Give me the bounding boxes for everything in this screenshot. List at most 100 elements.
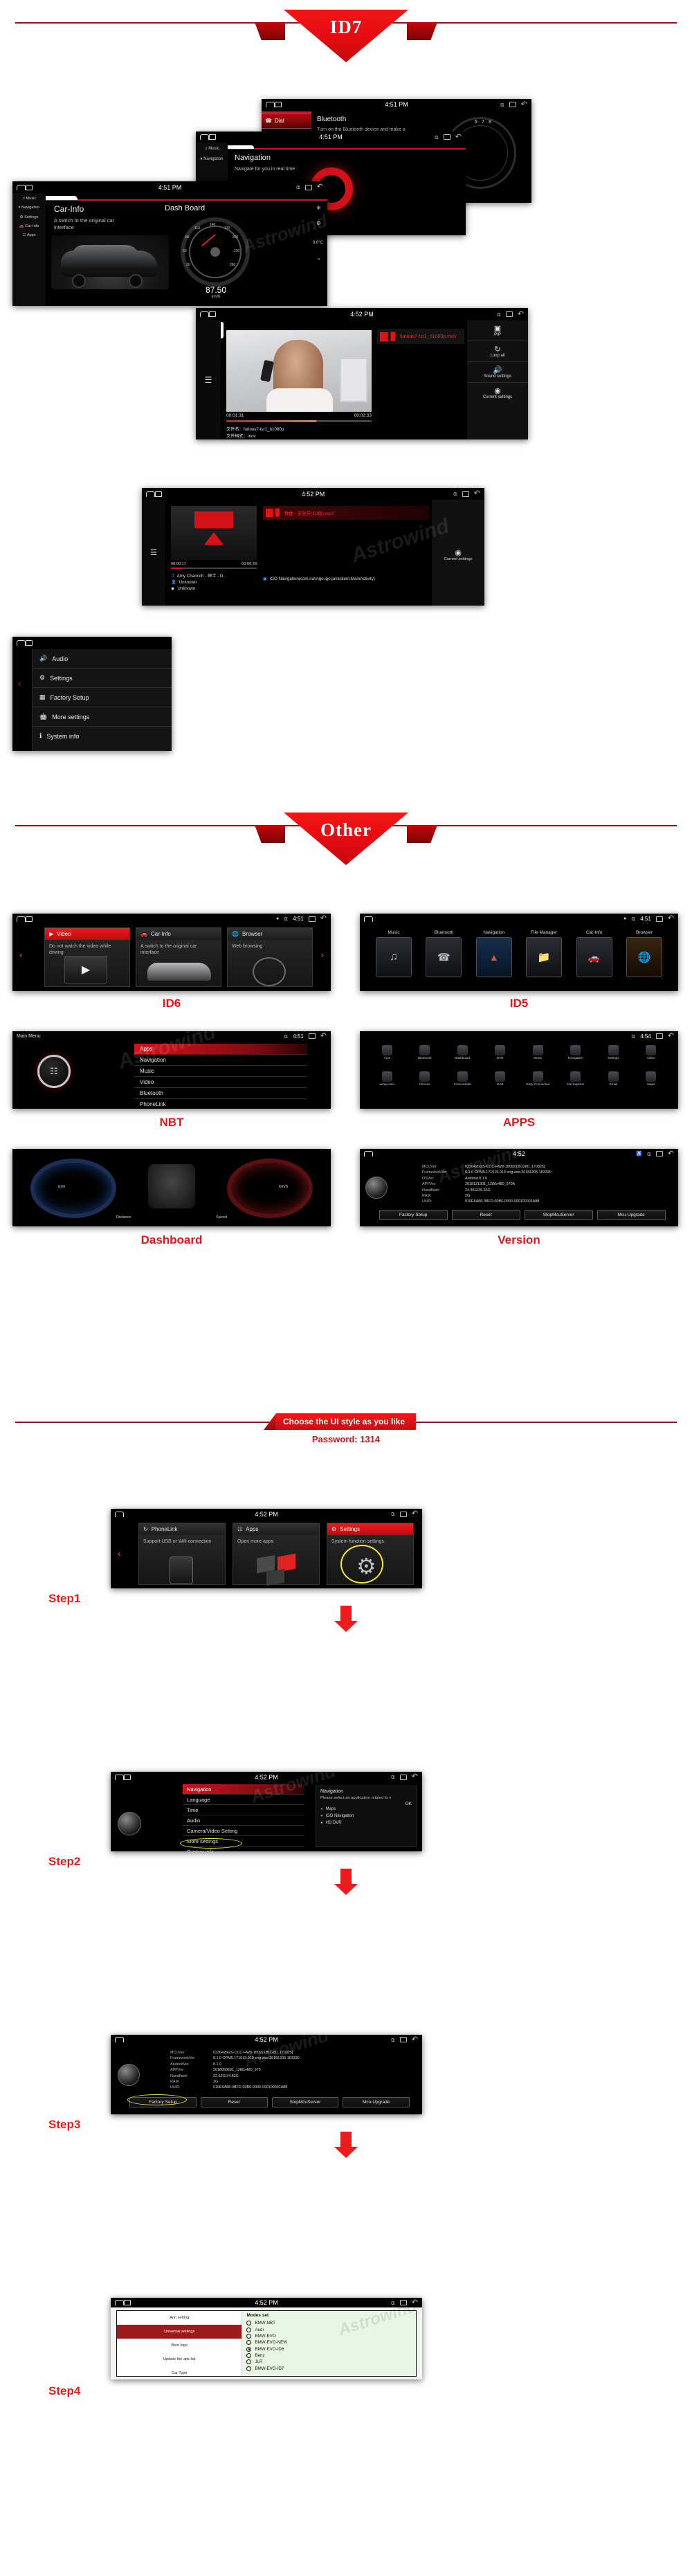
sidebar-item-music[interactable]: ♫ Music bbox=[12, 197, 46, 201]
mode-bmw-evo-id6[interactable]: BMW-EVO-ID6 bbox=[246, 2346, 412, 2352]
left-item-update-apk-list[interactable]: Update the apk list bbox=[117, 2352, 242, 2366]
app-gmail[interactable]: Gmail bbox=[596, 1071, 631, 1086]
menu-item-loop[interactable]: ↻ Loop all bbox=[467, 341, 528, 362]
back-icon[interactable]: ↶ bbox=[412, 2035, 418, 2044]
ac-icon[interactable]: ❄ bbox=[316, 205, 321, 211]
id5-item-bluetooth[interactable]: Bluetooth ☎ bbox=[419, 930, 468, 977]
menu-item-current[interactable]: ◉ Current settings bbox=[467, 383, 528, 403]
sidebar-item-navigation[interactable]: ⏵ Navigation bbox=[196, 157, 228, 162]
back-icon[interactable]: ↶ bbox=[474, 490, 480, 498]
recents-icon[interactable] bbox=[399, 2037, 407, 2042]
app-bluetooth[interactable]: Bluetooth bbox=[408, 1045, 443, 1060]
back-icon[interactable]: ↶ bbox=[668, 1150, 674, 1158]
menu-item-more-settings[interactable]: 🤖 More settings bbox=[33, 707, 172, 727]
mode-bmw-evo-id7[interactable]: BMW-EVO-ID7 bbox=[246, 2366, 412, 2372]
app-dashboard[interactable]: Dashboard bbox=[445, 1045, 480, 1060]
rotary-knob[interactable] bbox=[118, 2064, 140, 2086]
recents-icon[interactable] bbox=[655, 1151, 663, 1157]
mode-benz[interactable]: Benz bbox=[246, 2352, 412, 2359]
tile-browser[interactable]: 🌐 Browser Web browsing bbox=[227, 927, 313, 987]
prev-arrow-icon[interactable]: ‹ bbox=[19, 950, 22, 960]
recents-icon[interactable] bbox=[304, 184, 312, 190]
playlist-toggle[interactable]: ☰ bbox=[142, 500, 165, 606]
mode-jlr[interactable]: JLR bbox=[246, 2359, 412, 2365]
app-dab[interactable]: DAB bbox=[483, 1071, 518, 1086]
recents-icon[interactable] bbox=[505, 311, 513, 317]
id5-item-navigation[interactable]: Navigation ▲ bbox=[470, 930, 518, 977]
step2-menu-item-audio[interactable]: Audio bbox=[183, 1815, 304, 1826]
back-icon[interactable]: ↶ bbox=[521, 100, 527, 109]
music-progress-track[interactable] bbox=[171, 568, 257, 569]
app-amap[interactable]: amap.auto bbox=[370, 1071, 405, 1086]
gallery-icon[interactable] bbox=[26, 640, 33, 646]
nbt-menu-item-apps[interactable]: Apps bbox=[134, 1044, 307, 1055]
home-icon[interactable] bbox=[17, 640, 26, 646]
tile-apps[interactable]: ☷ Apps Open more apps bbox=[233, 1523, 320, 1586]
back-chevron-icon[interactable]: ‹ bbox=[18, 678, 21, 689]
recents-icon[interactable] bbox=[509, 102, 516, 107]
playlist-toggle[interactable]: ☰ bbox=[196, 320, 221, 439]
recents-icon[interactable] bbox=[399, 1774, 407, 1780]
nbt-menu-item-bluetooth[interactable]: Bluetooth bbox=[134, 1088, 307, 1099]
sidebar-item-settings[interactable]: ⚙ Settings bbox=[12, 215, 46, 219]
app-dvr[interactable]: DVR bbox=[483, 1045, 518, 1060]
recents-icon[interactable] bbox=[462, 491, 469, 497]
step2-menu-item-language[interactable]: Language bbox=[183, 1795, 304, 1805]
app-music[interactable]: Music bbox=[520, 1045, 556, 1060]
playlist-item-row[interactable]: █▌▊ furious7-tsr1_h1080p.mov bbox=[377, 329, 464, 344]
recents-icon[interactable] bbox=[308, 916, 316, 922]
recents-icon[interactable] bbox=[655, 916, 663, 922]
tile-phonelink[interactable]: ↻ PhoneLink Support USB or Wifi connecti… bbox=[138, 1523, 226, 1585]
back-icon[interactable]: ↶ bbox=[317, 183, 323, 191]
mode-audi[interactable]: Audi bbox=[246, 2326, 412, 2332]
recents-icon[interactable] bbox=[308, 1033, 316, 1039]
back-icon[interactable]: ↶ bbox=[518, 310, 524, 318]
reset-button[interactable]: Reset bbox=[451, 1210, 520, 1220]
video-progress-track[interactable] bbox=[226, 420, 372, 422]
recents-icon[interactable] bbox=[443, 134, 450, 140]
back-icon[interactable]: ↶ bbox=[668, 915, 674, 923]
back-icon[interactable]: ↶ bbox=[412, 1510, 418, 1518]
reset-button[interactable]: Reset bbox=[200, 2097, 268, 2107]
music-playlist-row[interactable]: █▌▊ 舞曲 - 多放开(DJ版).mp3 bbox=[263, 506, 429, 520]
nbt-menu-item-video[interactable]: Video bbox=[134, 1077, 307, 1088]
stop-mcu-server-button[interactable]: StopMcuServer bbox=[524, 1210, 593, 1220]
sidebar-item-music[interactable]: ♫ Music bbox=[196, 147, 228, 151]
left-item-universal-settings[interactable]: Universal settings bbox=[117, 2325, 242, 2339]
id5-item-music[interactable]: Music ♫ bbox=[370, 930, 418, 977]
menu-item-factory-setup[interactable]: ▦ Factory Setup bbox=[33, 688, 172, 707]
app-concentrate[interactable]: Concentrate bbox=[445, 1071, 480, 1086]
mcu-upgrade-button[interactable]: Mcu-Upgrade bbox=[597, 1210, 666, 1220]
nbt-menu-item-music[interactable]: Music bbox=[134, 1066, 307, 1077]
prev-arrow-icon[interactable]: ‹ bbox=[118, 1548, 121, 1559]
app-maps[interactable]: Maps bbox=[634, 1071, 669, 1086]
sidebar-item-navigation[interactable]: ⏵ Navigation bbox=[12, 206, 46, 210]
nbt-menu-item-phonelink[interactable]: PhoneLink bbox=[134, 1099, 307, 1109]
step2-app-hddvr[interactable]: ● HD DVR bbox=[320, 1821, 412, 1825]
mode-bmw-nbt[interactable]: BMW-NBT bbox=[246, 2320, 412, 2326]
menu-item-sound[interactable]: 🔊 Sound settings bbox=[467, 362, 528, 383]
app-chrome[interactable]: Chrome bbox=[408, 1071, 443, 1086]
sidebar-item-apps[interactable]: ☷ Apps bbox=[12, 233, 46, 237]
step2-menu-item-time[interactable]: Time bbox=[183, 1805, 304, 1815]
left-item-ann-setting[interactable]: Ann setting bbox=[117, 2311, 242, 2325]
back-icon[interactable]: ↶ bbox=[455, 133, 462, 141]
recents-icon[interactable] bbox=[655, 1033, 663, 1039]
rotary-knob[interactable] bbox=[365, 1177, 388, 1199]
bt-menu-dial[interactable]: ☎ Dial bbox=[262, 113, 311, 129]
menu-item-settings[interactable]: ⚙ Settings bbox=[33, 669, 172, 688]
left-item-car-type[interactable]: Car Type bbox=[117, 2366, 242, 2379]
back-icon[interactable]: ↶ bbox=[320, 915, 327, 923]
gallery-icon[interactable] bbox=[26, 916, 33, 922]
recents-icon[interactable] bbox=[399, 1511, 407, 1517]
home-icon[interactable] bbox=[364, 916, 373, 922]
mode-bmw-evo-new[interactable]: BMW-EVO-NEW bbox=[246, 2339, 412, 2346]
back-icon[interactable]: ↶ bbox=[412, 1773, 418, 1781]
app-fileexplorer[interactable]: File Explorer bbox=[558, 1071, 594, 1086]
tile-carinfo[interactable]: 🚗 Car-Info A switch to the original car … bbox=[136, 927, 221, 987]
back-icon[interactable]: ↶ bbox=[320, 1032, 327, 1040]
app-video[interactable]: Video bbox=[634, 1045, 669, 1060]
mcu-upgrade-button[interactable]: Mcu-Upgrade bbox=[343, 2097, 410, 2107]
step2-app-igo[interactable]: ● iGO Navigation bbox=[320, 1814, 412, 1818]
menu-item-system-info[interactable]: ℹ System info bbox=[33, 727, 172, 745]
